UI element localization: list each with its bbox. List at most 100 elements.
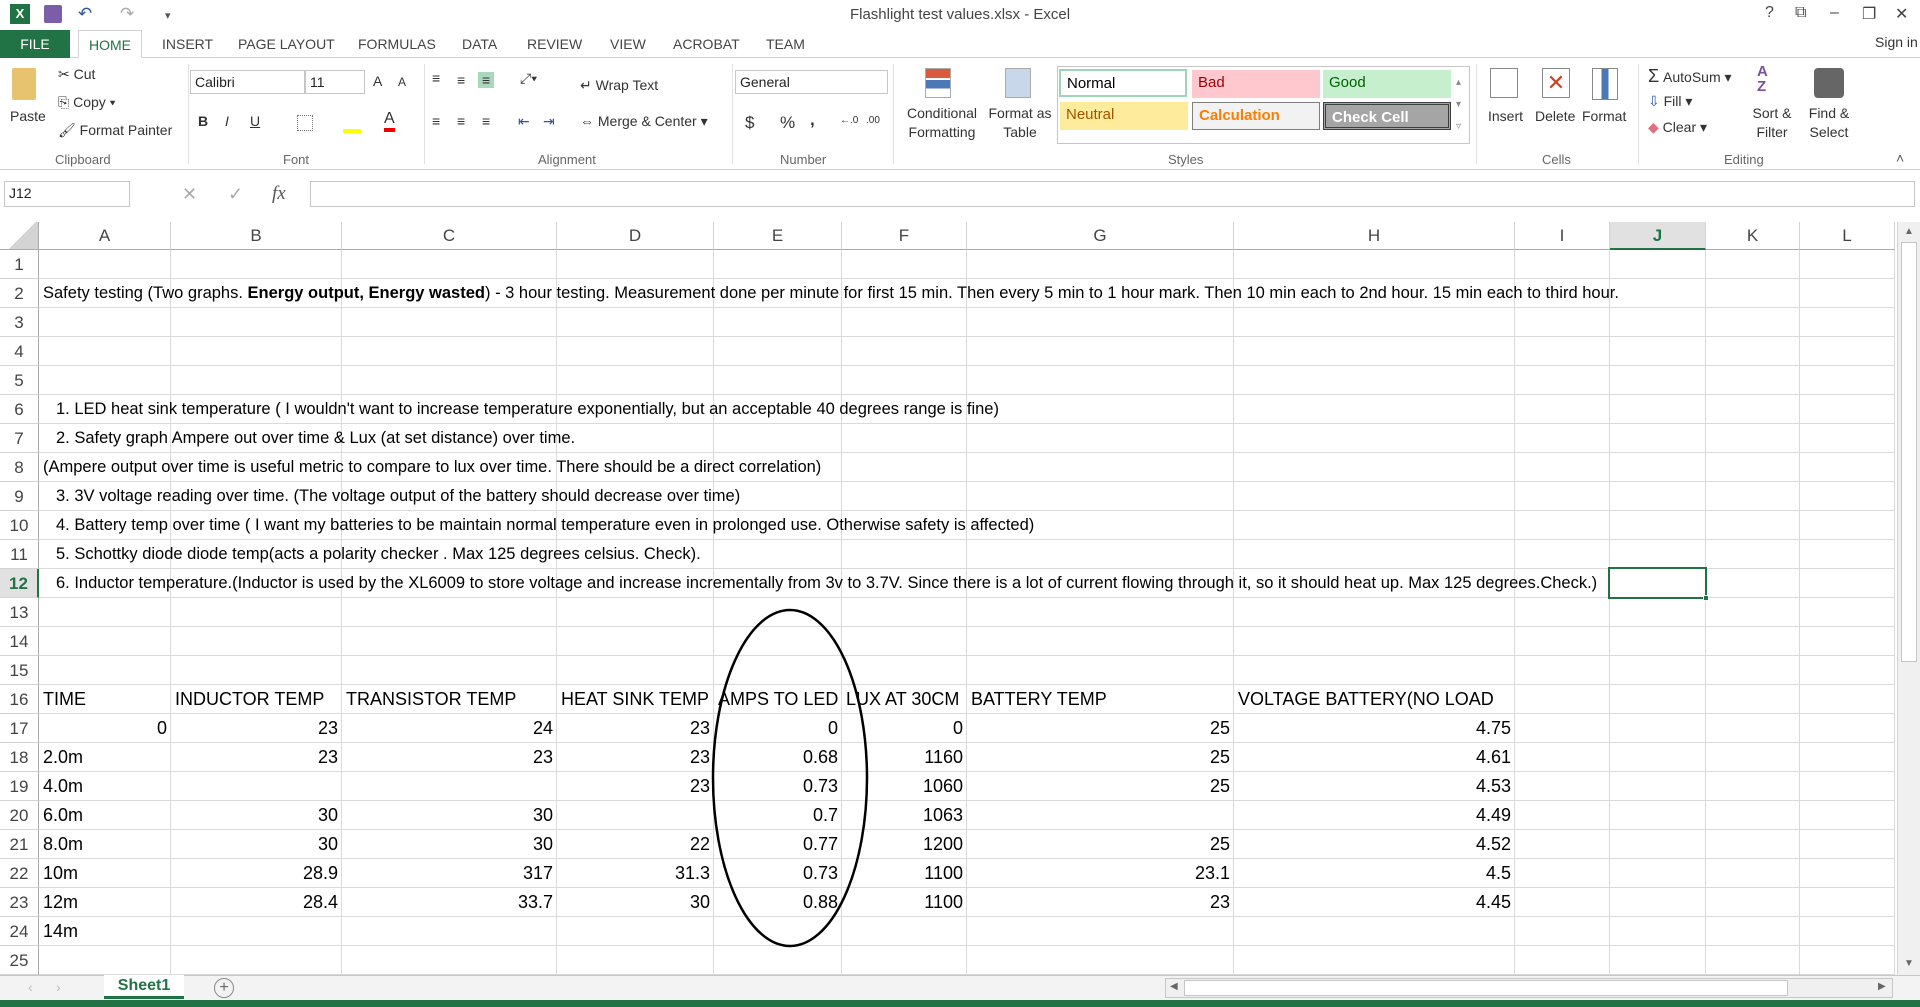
table-cell[interactable]: 25	[967, 714, 1234, 743]
currency-button[interactable]: $	[745, 113, 754, 133]
table-cell[interactable]: 30	[342, 830, 557, 859]
column-header-a[interactable]: A	[39, 222, 171, 250]
table-cell[interactable]: 2.0m	[39, 743, 171, 772]
style-normal[interactable]: Normal	[1059, 69, 1187, 97]
table-cell[interactable]: 31.3	[557, 859, 714, 888]
align-right-icon[interactable]: ≡	[482, 113, 490, 129]
table-cell[interactable]: 24	[342, 714, 557, 743]
table-cell[interactable]: 23	[557, 743, 714, 772]
row-header-21[interactable]: 21	[0, 830, 39, 859]
row-header-3[interactable]: 3	[0, 308, 39, 337]
fill-button[interactable]: ⇩ Fill ▾	[1648, 93, 1692, 110]
wrap-text-button[interactable]: ↵ Wrap Text	[580, 77, 658, 94]
row-header-13[interactable]: 13	[0, 598, 39, 627]
row-header-12[interactable]: 12	[0, 569, 39, 598]
font-color-button[interactable]: A	[384, 110, 395, 132]
column-header-i[interactable]: I	[1515, 222, 1610, 250]
scroll-thumb[interactable]	[1901, 242, 1917, 662]
scroll-left-icon[interactable]: ◀	[1170, 981, 1178, 992]
tab-team[interactable]: TEAM	[756, 30, 815, 58]
help-button[interactable]: ?	[1765, 4, 1774, 22]
align-middle-icon[interactable]: ≡	[457, 72, 465, 88]
table-cell[interactable]: 23	[557, 714, 714, 743]
table-cell[interactable]: 317	[342, 859, 557, 888]
increase-decimal-button[interactable]: ←.0	[840, 115, 858, 126]
tab-view[interactable]: VIEW	[600, 30, 656, 58]
tab-insert[interactable]: INSERT	[152, 30, 223, 58]
table-cell[interactable]: 28.9	[171, 859, 342, 888]
close-button[interactable]: ✕	[1895, 4, 1908, 24]
scroll-down-icon[interactable]: ▼	[1904, 958, 1914, 969]
paste-button[interactable]: Paste	[10, 108, 46, 124]
table-cell[interactable]: 4.0m	[39, 772, 171, 801]
shrink-font-button[interactable]: A	[398, 75, 406, 89]
column-header-c[interactable]: C	[342, 222, 557, 250]
tab-file[interactable]: FILE	[0, 30, 70, 58]
tab-page-layout[interactable]: PAGE LAYOUT	[228, 30, 345, 58]
fill-handle[interactable]	[1703, 595, 1709, 601]
row-header-16[interactable]: 16	[0, 685, 39, 714]
scroll-up-icon[interactable]: ▲	[1904, 226, 1914, 237]
tab-review[interactable]: REVIEW	[517, 30, 592, 58]
row-header-2[interactable]: 2	[0, 279, 39, 308]
table-cell[interactable]: 0	[39, 714, 171, 743]
grow-font-button[interactable]: A	[373, 73, 382, 89]
collapse-ribbon-icon[interactable]: ˄	[1896, 150, 1904, 166]
sheet-next-icon[interactable]: ›	[56, 979, 61, 995]
row-header-18[interactable]: 18	[0, 743, 39, 772]
worksheet-grid[interactable]: A B C D E F G H I J K L 1 2 3 4 5 6 7 8 9 10 11 12 13 14 15 16 17 18 1…	[0, 222, 1895, 975]
table-cell[interactable]: 4.53	[1234, 772, 1515, 801]
add-sheet-button[interactable]: +	[214, 978, 234, 998]
conditional-formatting-button[interactable]: Conditional Formatting	[900, 104, 984, 142]
style-calculation[interactable]: Calculation	[1192, 102, 1320, 130]
table-cell[interactable]: 30	[171, 801, 342, 830]
table-cell[interactable]: 4.45	[1234, 888, 1515, 917]
row-header-25[interactable]: 25	[0, 946, 39, 975]
format-button[interactable]: Format	[1582, 108, 1626, 124]
sign-in-link[interactable]: Sign in	[1875, 34, 1918, 50]
bold-button[interactable]: B	[198, 113, 208, 129]
align-top-icon[interactable]: ≡	[432, 70, 440, 86]
table-cell[interactable]: 33.7	[342, 888, 557, 917]
row-header-22[interactable]: 22	[0, 859, 39, 888]
insert-button[interactable]: Insert	[1488, 108, 1523, 124]
column-header-k[interactable]: K	[1706, 222, 1800, 250]
row-header-10[interactable]: 10	[0, 511, 39, 540]
selected-cell[interactable]	[1608, 567, 1707, 599]
table-cell[interactable]: 4.61	[1234, 743, 1515, 772]
style-bad[interactable]: Bad	[1192, 70, 1320, 98]
row-header-9[interactable]: 9	[0, 482, 39, 511]
ribbon-display-button[interactable]: ⧉	[1795, 4, 1806, 22]
horizontal-scroll-thumb[interactable]	[1184, 980, 1788, 996]
enter-icon[interactable]: ✓	[228, 184, 243, 205]
italic-button[interactable]: I	[225, 113, 229, 129]
align-center-icon[interactable]: ≡	[457, 113, 465, 129]
row-header-5[interactable]: 5	[0, 366, 39, 395]
column-header-l[interactable]: L	[1800, 222, 1895, 250]
column-header-g[interactable]: G	[967, 222, 1234, 250]
borders-icon[interactable]	[297, 115, 313, 131]
table-cell[interactable]: 25	[967, 772, 1234, 801]
tab-formulas[interactable]: FORMULAS	[348, 30, 446, 58]
row-header-20[interactable]: 20	[0, 801, 39, 830]
row-header-7[interactable]: 7	[0, 424, 39, 453]
horizontal-scrollbar[interactable]: ◀ ▶	[1165, 978, 1893, 998]
row-header-23[interactable]: 23	[0, 888, 39, 917]
table-cell[interactable]: 30	[171, 830, 342, 859]
table-cell[interactable]: 8.0m	[39, 830, 171, 859]
style-neutral[interactable]: Neutral	[1060, 102, 1188, 130]
formula-input[interactable]	[310, 181, 1915, 207]
insert-function-icon[interactable]: fx	[272, 183, 286, 205]
column-header-h[interactable]: H	[1234, 222, 1515, 250]
table-cell[interactable]: 4.49	[1234, 801, 1515, 830]
table-cell[interactable]: 23.1	[967, 859, 1234, 888]
sheet-tab-sheet1[interactable]: Sheet1	[104, 975, 184, 999]
row-header-11[interactable]: 11	[0, 540, 39, 569]
scroll-right-icon[interactable]: ▶	[1878, 981, 1886, 992]
minimize-button[interactable]: –	[1830, 4, 1839, 22]
table-cell[interactable]: 23	[557, 772, 714, 801]
column-header-j[interactable]: J	[1610, 222, 1706, 250]
table-cell[interactable]: 23	[342, 743, 557, 772]
table-cell[interactable]: 23	[967, 888, 1234, 917]
table-cell[interactable]: 25	[967, 743, 1234, 772]
